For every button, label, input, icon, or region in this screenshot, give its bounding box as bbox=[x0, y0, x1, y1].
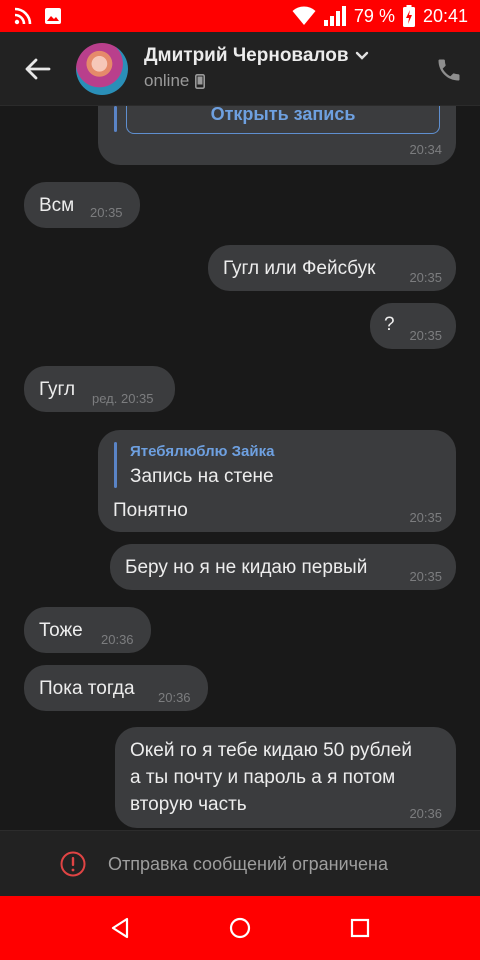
clock: 20:41 bbox=[422, 6, 468, 26]
message-time: 20:36 bbox=[158, 690, 191, 705]
message-text: Тоже bbox=[39, 620, 83, 641]
message-text: ? bbox=[384, 314, 395, 335]
warning-circle-icon bbox=[60, 851, 86, 877]
message-list[interactable]: Открыть запись 20:34 Всм 20:35 Гугл или … bbox=[0, 106, 480, 830]
battery-percent: 79 % bbox=[353, 6, 395, 26]
message-bubble-incoming[interactable]: Гугл ред. 20:35 bbox=[24, 366, 175, 412]
message-bubble-outgoing[interactable]: Беру но я не кидаю первый 20:35 bbox=[110, 544, 456, 590]
rss-icon bbox=[14, 7, 32, 25]
system-nav-bar bbox=[0, 896, 480, 960]
message-bubble-outgoing[interactable]: Открыть запись 20:34 bbox=[98, 106, 456, 165]
message-time: 20:35 bbox=[409, 328, 442, 343]
nav-back-button[interactable] bbox=[106, 914, 134, 942]
quote-bar bbox=[114, 106, 117, 132]
back-arrow-icon bbox=[25, 58, 51, 80]
open-post-label: Открыть запись bbox=[210, 106, 356, 124]
battery-charging-icon bbox=[402, 5, 415, 27]
message-text: Понятно bbox=[113, 500, 188, 521]
message-bubble-incoming[interactable]: Тоже 20:36 bbox=[24, 607, 151, 653]
message-text-line: вторую часть bbox=[130, 794, 247, 815]
quote-bar bbox=[114, 442, 117, 488]
contact-name-button[interactable]: Дмитрий Черновалов bbox=[144, 45, 369, 67]
status-bar: 79 % 20:41 bbox=[0, 0, 480, 32]
quote-text: Запись на стене bbox=[130, 466, 274, 487]
nav-back-icon bbox=[111, 917, 129, 939]
message-text-line: а ты почту и пароль а я потом bbox=[130, 767, 396, 788]
message-time: 20:36 bbox=[409, 806, 442, 821]
message-bubble-outgoing[interactable]: Гугл или Фейсбук 20:35 bbox=[208, 245, 456, 291]
message-bubble-outgoing[interactable]: ? 20:35 bbox=[370, 303, 456, 349]
call-button[interactable] bbox=[435, 56, 463, 84]
restriction-text: Отправка сообщений ограничена bbox=[108, 854, 388, 874]
messaging-restricted-bar: Отправка сообщений ограничена bbox=[0, 830, 480, 896]
signal-icon bbox=[323, 6, 346, 26]
message-time: 20:35 bbox=[409, 270, 442, 285]
image-icon bbox=[45, 8, 61, 24]
message-time: 20:35 bbox=[409, 569, 442, 584]
nav-recents-button[interactable] bbox=[346, 914, 374, 942]
message-text: Гугл bbox=[39, 379, 76, 400]
chevron-down-icon bbox=[355, 51, 368, 60]
quote-author[interactable]: Ятебялюблю Зайка bbox=[130, 443, 274, 460]
contact-status: online bbox=[144, 71, 206, 91]
nav-home-icon bbox=[229, 917, 251, 939]
message-text: Гугл или Фейсбук bbox=[223, 258, 376, 279]
message-text: Пока тогда bbox=[39, 678, 135, 699]
phone-device-icon bbox=[195, 73, 206, 89]
back-button[interactable] bbox=[20, 54, 54, 84]
message-time-edited: ред. 20:35 bbox=[92, 391, 154, 406]
message-text: Всм bbox=[39, 195, 75, 216]
message-bubble-outgoing[interactable]: Ятебялюблю Зайка Запись на стене Понятно… bbox=[98, 430, 456, 532]
contact-name: Дмитрий Черновалов bbox=[144, 45, 349, 66]
message-bubble-outgoing[interactable]: Окей го я тебе кидаю 50 рублей а ты почт… bbox=[115, 727, 456, 828]
chat-header: Дмитрий Черновалов online bbox=[0, 32, 480, 106]
message-time: 20:35 bbox=[90, 205, 123, 220]
open-post-button[interactable]: Открыть запись bbox=[126, 106, 440, 134]
online-status: online bbox=[144, 71, 190, 90]
message-text: Беру но я не кидаю первый bbox=[125, 557, 368, 578]
message-bubble-incoming[interactable]: Пока тогда 20:36 bbox=[24, 665, 208, 711]
phone-call-icon bbox=[438, 59, 460, 81]
avatar[interactable] bbox=[76, 43, 128, 95]
message-text-line: Окей го я тебе кидаю 50 рублей bbox=[130, 740, 412, 761]
message-bubble-incoming[interactable]: Всм 20:35 bbox=[24, 182, 140, 228]
message-time: 20:35 bbox=[409, 510, 442, 525]
wifi-icon bbox=[292, 6, 316, 25]
nav-recents-icon bbox=[350, 918, 370, 938]
nav-home-button[interactable] bbox=[226, 914, 254, 942]
message-time: 20:34 bbox=[409, 142, 442, 157]
message-time: 20:36 bbox=[101, 632, 134, 647]
